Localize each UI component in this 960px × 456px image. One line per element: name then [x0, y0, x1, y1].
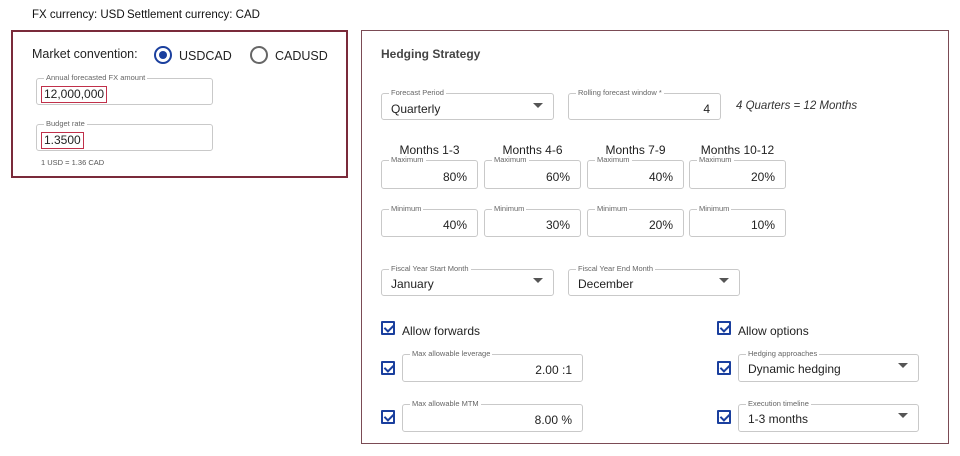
- max-mtm-checkbox[interactable]: [381, 410, 395, 424]
- execution-timeline-value: 1-3 months: [748, 412, 809, 426]
- fx-currency-label: FX currency: USD: [32, 9, 125, 21]
- max-mtm-field[interactable]: Max allowable MTM 8.00 %: [402, 399, 583, 432]
- allow-forwards-label[interactable]: Allow forwards: [402, 324, 480, 338]
- fiscal-year-end-select[interactable]: Fiscal Year End Month December: [568, 264, 740, 296]
- max-mtm-label: Max allowable MTM: [410, 399, 481, 409]
- chevron-down-icon[interactable]: [533, 278, 543, 283]
- chevron-down-icon[interactable]: [898, 413, 908, 418]
- chevron-down-icon[interactable]: [719, 278, 729, 283]
- fiscal-year-start-label: Fiscal Year Start Month: [389, 264, 471, 274]
- max-months-1-3-field[interactable]: Maximum 80%: [381, 155, 478, 189]
- settlement-currency-label: Settlement currency: CAD: [127, 9, 260, 21]
- budget-rate-label: Budget rate: [44, 119, 87, 129]
- maximum-label: Maximum: [492, 155, 529, 165]
- cadusd-radio[interactable]: [250, 46, 268, 64]
- hedging-approaches-select[interactable]: Hedging approaches Dynamic hedging: [738, 349, 919, 382]
- allow-options-checkbox[interactable]: [717, 321, 731, 335]
- max-leverage-label: Max allowable leverage: [410, 349, 493, 359]
- rate-conversion-note: 1 USD = 1.36 CAD: [41, 158, 105, 167]
- annual-fx-amount-label: Annual forecasted FX amount: [44, 73, 148, 83]
- window-note: 4 Quarters = 12 Months: [736, 100, 858, 112]
- rolling-forecast-window-label: Rolling forecast window *: [576, 88, 664, 98]
- max-leverage-value[interactable]: 2.00 :1: [535, 363, 572, 377]
- budget-rate-value[interactable]: 1.3500: [41, 132, 84, 149]
- annual-fx-amount-value[interactable]: 12,000,000: [41, 86, 108, 103]
- minimum-label: Minimum: [492, 204, 527, 214]
- maximum-label: Maximum: [697, 155, 734, 165]
- forecast-period-label: Forecast Period: [389, 88, 446, 98]
- execution-timeline-label: Execution timeline: [746, 399, 811, 409]
- hedging-approaches-label: Hedging approaches: [746, 349, 820, 359]
- min-months-7-9-field[interactable]: Minimum 20%: [587, 204, 684, 237]
- execution-timeline-select[interactable]: Execution timeline 1-3 months: [738, 399, 919, 432]
- budget-rate-field[interactable]: Budget rate 1.3500: [36, 119, 213, 151]
- minimum-label: Minimum: [389, 204, 424, 214]
- min-months-10-12-field[interactable]: Minimum 10%: [689, 204, 786, 237]
- max-mtm-value[interactable]: 8.00 %: [535, 413, 572, 427]
- max-months-1-3-value[interactable]: 80%: [443, 170, 467, 184]
- maximum-label: Maximum: [389, 155, 426, 165]
- fiscal-year-start-value: January: [391, 277, 434, 291]
- max-months-4-6-field[interactable]: Maximum 60%: [484, 155, 581, 189]
- max-leverage-checkbox[interactable]: [381, 361, 395, 375]
- rolling-forecast-window-value[interactable]: 4: [703, 102, 710, 116]
- rolling-forecast-window-field[interactable]: Rolling forecast window * 4: [568, 88, 721, 120]
- market-settings-panel: Market convention: USDCAD CADUSD Annual …: [11, 30, 348, 178]
- fiscal-year-start-select[interactable]: Fiscal Year Start Month January: [381, 264, 554, 296]
- fiscal-year-end-label: Fiscal Year End Month: [576, 264, 656, 274]
- min-months-4-6-field[interactable]: Minimum 30%: [484, 204, 581, 237]
- forecast-period-value: Quarterly: [391, 102, 441, 116]
- forecast-period-select[interactable]: Forecast Period Quarterly: [381, 88, 554, 120]
- hedging-approaches-value: Dynamic hedging: [748, 362, 841, 376]
- annual-fx-amount-field[interactable]: Annual forecasted FX amount 12,000,000: [36, 73, 213, 105]
- min-months-1-3-value[interactable]: 40%: [443, 218, 467, 232]
- minimum-label: Minimum: [697, 204, 732, 214]
- cadusd-radio-label[interactable]: CADUSD: [275, 49, 328, 63]
- minimum-label: Minimum: [595, 204, 630, 214]
- hedging-strategy-title: Hedging Strategy: [381, 47, 481, 61]
- max-leverage-field[interactable]: Max allowable leverage 2.00 :1: [402, 349, 583, 382]
- min-months-4-6-value[interactable]: 30%: [546, 218, 570, 232]
- max-months-7-9-field[interactable]: Maximum 40%: [587, 155, 684, 189]
- fiscal-year-end-value: December: [578, 277, 634, 291]
- hedging-strategy-panel: Hedging Strategy Forecast Period Quarter…: [361, 30, 949, 444]
- max-months-7-9-value[interactable]: 40%: [649, 170, 673, 184]
- min-months-7-9-value[interactable]: 20%: [649, 218, 673, 232]
- market-convention-label: Market convention:: [32, 47, 138, 61]
- min-months-10-12-value[interactable]: 10%: [751, 218, 775, 232]
- chevron-down-icon[interactable]: [533, 103, 543, 108]
- hedging-approaches-checkbox[interactable]: [717, 361, 731, 375]
- allow-options-label[interactable]: Allow options: [738, 324, 809, 338]
- chevron-down-icon[interactable]: [898, 363, 908, 368]
- max-months-4-6-value[interactable]: 60%: [546, 170, 570, 184]
- maximum-label: Maximum: [595, 155, 632, 165]
- execution-timeline-checkbox[interactable]: [717, 410, 731, 424]
- allow-forwards-checkbox[interactable]: [381, 321, 395, 335]
- min-months-1-3-field[interactable]: Minimum 40%: [381, 204, 478, 237]
- usdcad-radio-label[interactable]: USDCAD: [179, 49, 232, 63]
- max-months-10-12-field[interactable]: Maximum 20%: [689, 155, 786, 189]
- max-months-10-12-value[interactable]: 20%: [751, 170, 775, 184]
- usdcad-radio[interactable]: [154, 46, 172, 64]
